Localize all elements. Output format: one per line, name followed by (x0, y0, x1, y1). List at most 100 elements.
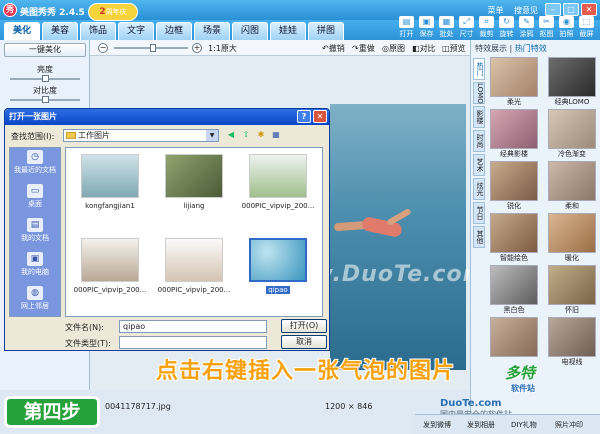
new-folder-icon[interactable]: ✱ (255, 129, 267, 141)
anniversary-badge[interactable]: 2周年庆 (88, 3, 138, 21)
redo-button[interactable]: ↷重做 (352, 43, 375, 54)
effect-warm[interactable]: 暖化 (545, 212, 599, 264)
minimize-icon[interactable]: – (545, 3, 561, 16)
contrast-slider[interactable] (10, 96, 80, 103)
compare-label: 对比 (419, 44, 436, 53)
effect-vintage[interactable]: 怀旧 (545, 264, 599, 316)
zoom-slider[interactable] (114, 44, 188, 52)
contrast-label: 对比度 (33, 86, 57, 95)
close-icon[interactable]: ✕ (581, 3, 597, 16)
tab-popular[interactable]: 热门 (473, 58, 485, 80)
help-icon[interactable]: ? (297, 110, 311, 123)
effect-smart-color[interactable]: 智能绘色 (487, 212, 541, 264)
effect-tv-lines[interactable]: 电视线 (545, 316, 599, 368)
effect-classic-lomo[interactable]: 经典LOMO (545, 56, 599, 108)
screenshot-button[interactable]: ⬚ 截屏 (577, 16, 596, 39)
tab-flash[interactable]: 闪图 (232, 22, 268, 40)
original-button[interactable]: ◎原图 (382, 43, 405, 54)
compare-button[interactable]: ◧对比 (412, 43, 436, 54)
back-icon[interactable]: ◀ (225, 129, 237, 141)
tab-collage[interactable]: 拼图 (308, 22, 344, 40)
view-menu-icon[interactable]: ▦ (270, 129, 282, 141)
dialog-title: 打开一张图片 (9, 112, 57, 121)
maximize-icon[interactable]: □ (563, 3, 579, 16)
cancel-button[interactable]: 取消 (281, 335, 327, 349)
filename-field[interactable]: qipao (119, 320, 267, 333)
tab-face[interactable]: 美容 (42, 22, 78, 40)
place-label: 我的文档 (21, 234, 49, 242)
effect-sharpen[interactable]: 锐化 (487, 160, 541, 212)
file-item[interactable]: kongfangjian1 (68, 148, 152, 226)
feedback-link[interactable]: 搜意见 (514, 6, 538, 15)
open-file-button[interactable]: 打开(O) (281, 319, 327, 333)
effect-cool-gradient[interactable]: 冷色渐变 (545, 108, 599, 160)
place-recent-documents[interactable]: ◷ 我最近的文档 (10, 150, 60, 182)
zoom-out-icon[interactable]: − (98, 43, 108, 53)
camera-button[interactable]: ◉ 拍照 (557, 16, 576, 39)
place-label: 桌面 (28, 200, 42, 208)
save-button[interactable]: ▣ 保存 (417, 16, 436, 39)
resize-button[interactable]: ⤢ 尺寸 (457, 16, 476, 39)
file-item[interactable]: lijiang (152, 148, 236, 226)
batch-button[interactable]: ▦ 批处 (437, 16, 456, 39)
effect-soft-light[interactable]: 柔光 (487, 56, 541, 108)
tab-fashion[interactable]: 时尚 (473, 130, 485, 152)
my-documents-icon: ▤ (27, 218, 43, 232)
file-item[interactable]: 000PIC_vipvip_200... (236, 148, 320, 226)
share-album-button[interactable]: 发到相册 (467, 420, 495, 430)
preview-button[interactable]: ◫预览 (442, 43, 466, 54)
tab-art[interactable]: 艺术 (473, 154, 485, 176)
share-weibo-button[interactable]: 发到微博 (423, 420, 451, 430)
effect-soft[interactable]: 柔和 (545, 160, 599, 212)
file-item[interactable]: 000PIC_vipvip_200... (68, 232, 152, 310)
one-key-beautify-button[interactable]: 一键美化 (4, 43, 86, 57)
tab-beautify[interactable]: 美化 (4, 22, 40, 40)
place-network[interactable]: ◍ 网上邻居 (10, 286, 60, 318)
zoom-in-icon[interactable]: + (192, 43, 202, 53)
effects-header-active[interactable]: 热门特效 (515, 44, 547, 53)
effect-thumb-image (490, 161, 538, 201)
batch-icon: ▦ (439, 16, 454, 28)
zoom-original-button[interactable]: 1:1原大 (208, 43, 237, 54)
cutout-button[interactable]: ✂ 抠图 (537, 16, 556, 39)
crop-button[interactable]: ⌗ 裁剪 (477, 16, 496, 39)
photo-print-button[interactable]: 照片冲印 (555, 420, 583, 430)
effects-header-prefix: 特效展示 (475, 44, 507, 53)
zoom-slider-knob[interactable] (150, 44, 156, 52)
window-controls: – □ ✕ (545, 3, 597, 16)
place-my-computer[interactable]: ▣ 我的电脑 (10, 252, 60, 284)
filetype-select[interactable] (119, 336, 267, 349)
open-button[interactable]: ▤ 打开 (397, 16, 416, 39)
contrast-slider-knob[interactable] (42, 96, 49, 103)
dialog-close-icon[interactable]: ✕ (313, 110, 327, 123)
file-item[interactable]: 000PIC_vipvip_200... (152, 232, 236, 310)
tab-doll[interactable]: 娃娃 (270, 22, 306, 40)
look-in-select[interactable]: 工作图片 ▼ (63, 129, 219, 142)
chevron-down-icon[interactable]: ▼ (206, 130, 218, 141)
effect-classic-studio[interactable]: 经典影楼 (487, 108, 541, 160)
tab-lomo[interactable]: LOMO (473, 82, 485, 104)
tab-studio[interactable]: 影楼 (473, 106, 485, 128)
tab-scene[interactable]: 场景 (194, 22, 230, 40)
menu-link[interactable]: 菜单 (487, 6, 503, 15)
file-name-text: qipao (266, 286, 290, 294)
tab-frame[interactable]: 边框 (156, 22, 192, 40)
place-desktop[interactable]: ▭ 桌面 (10, 184, 60, 216)
brightness-slider-knob[interactable] (42, 75, 49, 82)
brightness-slider[interactable] (10, 75, 80, 82)
tab-glow[interactable]: 炫光 (473, 178, 485, 200)
brightness-label: 亮度 (37, 65, 53, 74)
diy-gift-button[interactable]: DIY礼物 (511, 420, 537, 430)
tab-holiday[interactable]: 节日 (473, 202, 485, 224)
undo-button[interactable]: ↶撤销 (322, 43, 345, 54)
place-my-documents[interactable]: ▤ 我的文档 (10, 218, 60, 250)
rotate-button[interactable]: ↻ 旋转 (497, 16, 516, 39)
effect-black-white[interactable]: 黑白色 (487, 264, 541, 316)
tab-other[interactable]: 其他 (473, 226, 485, 248)
effect-unlabeled[interactable] (487, 316, 541, 368)
tab-text[interactable]: 文字 (118, 22, 154, 40)
tab-accessories[interactable]: 饰品 (80, 22, 116, 40)
doodle-button[interactable]: ✎ 涂鸦 (517, 16, 536, 39)
up-folder-icon[interactable]: ⇧ (240, 129, 252, 141)
file-item-selected[interactable]: qipao (236, 232, 320, 310)
